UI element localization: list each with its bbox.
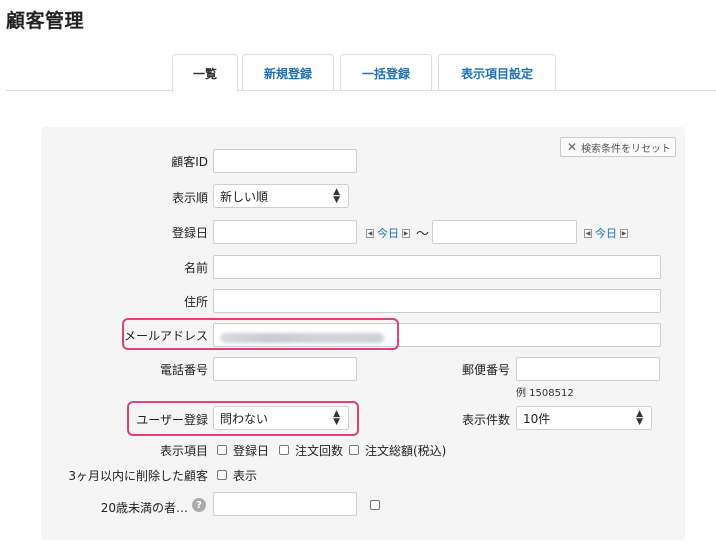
today-link[interactable]: 今日 — [377, 225, 399, 241]
reg-date-to-input[interactable] — [432, 220, 577, 244]
question-circle-icon[interactable]: ? — [192, 498, 206, 512]
display-items-label: 表示項目 — [159, 444, 208, 458]
customer-id-input[interactable] — [213, 149, 357, 173]
email-highlight-box — [122, 318, 399, 350]
tab-list[interactable]: 一覧 — [172, 54, 238, 92]
next-day-icon[interactable]: ▶ — [402, 228, 410, 238]
reset-search-label: 検索条件をリセット — [581, 143, 672, 155]
next-day-icon[interactable]: ▶ — [620, 228, 628, 238]
postal-example: 例 1508512 — [516, 388, 574, 399]
address-label: 住所 — [183, 295, 208, 309]
display-reg-date-label: 登録日 — [233, 444, 270, 458]
sort-select[interactable]: 新しい順 ▲ ▼ — [213, 184, 349, 208]
reg-date-to-today[interactable]: ◀ 今日 ▶ — [584, 225, 628, 241]
page-title: 顧客管理 — [6, 10, 85, 32]
postal-input[interactable] — [516, 357, 660, 381]
minor-input[interactable] — [213, 492, 357, 516]
close-icon: ✕ — [567, 140, 578, 154]
name-input[interactable] — [213, 255, 661, 279]
deleted-customers-label: 3ヶ月以内に削除した顧客 — [68, 469, 208, 483]
show-deleted-checkbox[interactable] — [217, 470, 227, 480]
tabs-divider — [6, 90, 716, 91]
postal-label: 郵便番号 — [461, 363, 510, 377]
show-deleted-label: 表示 — [233, 469, 258, 483]
display-order-total-checkbox[interactable] — [349, 445, 359, 455]
per-page-label: 表示件数 — [461, 413, 510, 427]
reg-date-from-today[interactable]: ◀ 今日 ▶ — [366, 225, 410, 241]
reg-date-from-input[interactable] — [213, 220, 357, 244]
tab-bulk-registration[interactable]: 一括登録 — [340, 54, 432, 91]
phone-label: 電話番号 — [159, 363, 208, 377]
reg-date-label: 登録日 — [171, 226, 208, 240]
tab-display-settings[interactable]: 表示項目設定 — [438, 54, 556, 91]
today-link[interactable]: 今日 — [595, 225, 617, 241]
customer-id-label: 顧客ID — [171, 155, 208, 169]
address-input[interactable] — [213, 289, 661, 313]
display-order-count-label: 注文回数 — [295, 444, 344, 458]
per-page-select[interactable]: 10件 ▲ ▼ — [516, 406, 652, 430]
updown-arrows-icon: ▲ ▼ — [333, 187, 340, 205]
name-label: 名前 — [183, 261, 208, 275]
range-separator: ～ — [416, 227, 430, 242]
phone-input[interactable] — [213, 357, 357, 381]
minor-checkbox[interactable] — [370, 500, 380, 510]
sort-select-value: 新しい順 — [220, 189, 269, 204]
reset-search-button[interactable]: ✕ 検索条件をリセット — [560, 137, 676, 157]
per-page-select-value: 10件 — [523, 411, 551, 426]
display-order-count-checkbox[interactable] — [279, 445, 289, 455]
display-reg-date-checkbox[interactable] — [217, 445, 227, 455]
sort-label: 表示順 — [171, 191, 208, 205]
updown-arrows-icon: ▲ ▼ — [636, 409, 643, 427]
prev-day-icon[interactable]: ◀ — [584, 228, 592, 238]
minor-label: 20歳未満の者… — [100, 501, 188, 515]
user-reg-highlight-box — [127, 401, 359, 436]
tab-new-registration[interactable]: 新規登録 — [242, 54, 334, 91]
prev-day-icon[interactable]: ◀ — [366, 228, 374, 238]
display-order-total-label: 注文総額(税込) — [365, 444, 447, 458]
